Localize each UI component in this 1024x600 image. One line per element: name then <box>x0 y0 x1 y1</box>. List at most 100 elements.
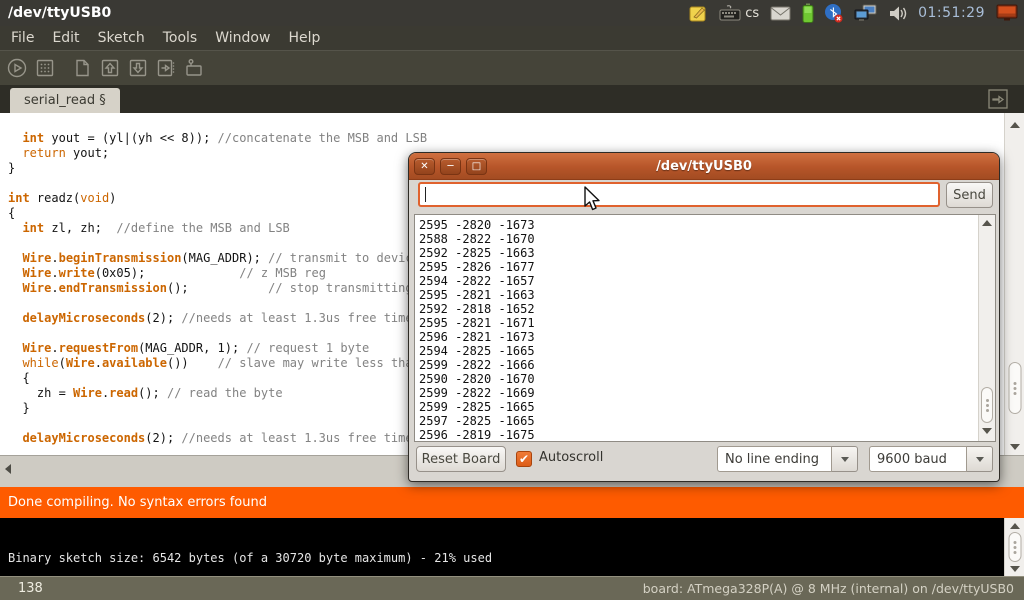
tab-bar: serial_read § <box>0 85 1024 113</box>
minimize-icon[interactable]: ─ <box>440 158 461 175</box>
stop-button[interactable] <box>33 56 57 80</box>
tab-menu-button[interactable] <box>988 89 1008 109</box>
code-line: Wire.requestFrom(MAG_ADDR, 1); // reques… <box>8 341 427 356</box>
serial-monitor-window: ✕ ─ □ /dev/ttyUSB0 Send 2595 -2820 -1673… <box>408 152 1000 482</box>
upload-button[interactable] <box>154 56 178 80</box>
code-line: while(Wire.available()) // slave may wri… <box>8 356 427 371</box>
serial-data-row: 2592 -2818 -1652 <box>419 302 535 316</box>
code-line <box>8 176 427 191</box>
scrollbar-thumb[interactable] <box>1008 362 1021 414</box>
serial-output-scrollbar[interactable] <box>978 215 995 441</box>
autoscroll-label: Autoscroll <box>539 450 603 465</box>
code-line: } <box>8 401 427 416</box>
scrollbar-thumb[interactable] <box>981 387 993 423</box>
chevron-down-icon[interactable] <box>967 446 993 472</box>
menu-item-sketch[interactable]: Sketch <box>89 28 154 48</box>
window-title: /dev/ttyUSB0 <box>409 159 999 174</box>
verify-button[interactable] <box>5 56 29 80</box>
code-line: delayMicroseconds(2); //needs at least 1… <box>8 431 427 446</box>
serial-data-row: 2595 -2821 -1663 <box>419 288 535 302</box>
scrollbar-down-arrow-icon[interactable] <box>1010 444 1020 450</box>
scrollbar-down-arrow-icon[interactable] <box>1010 566 1020 572</box>
tab-label: serial_read § <box>24 93 106 108</box>
serial-monitor-button[interactable] <box>182 56 206 80</box>
code-line: int readz(void) <box>8 191 427 206</box>
menu-item-file[interactable]: File <box>2 28 43 48</box>
autoscroll-checkbox[interactable]: ✔ <box>516 451 532 467</box>
reset-board-button[interactable]: Reset Board <box>416 446 506 472</box>
code-line: int yout = (yl|(yh << 8)); //concatenate… <box>8 131 427 146</box>
editor-vertical-scrollbar[interactable] <box>1004 113 1024 455</box>
menu-item-window[interactable]: Window <box>206 28 279 48</box>
code-line: int zl, zh; //define the MSB and LSB <box>8 221 427 236</box>
code-line: delayMicroseconds(2); //needs at least 1… <box>8 311 427 326</box>
scrollbar-left-arrow-icon[interactable] <box>5 464 11 474</box>
status-footer: 138 board: ATmega328P(A) @ 8 MHz (intern… <box>0 576 1024 600</box>
code-lines: int yout = (yl|(yh << 8)); //concatenate… <box>8 131 427 446</box>
send-button[interactable]: Send <box>946 182 993 208</box>
stop-icon <box>34 57 56 79</box>
scrollbar-down-arrow-icon[interactable] <box>982 428 992 434</box>
window-titlebar[interactable]: ✕ ─ □ /dev/ttyUSB0 <box>409 153 999 180</box>
save-icon <box>127 57 149 79</box>
tab-serial-read[interactable]: serial_read § <box>10 88 120 113</box>
scrollbar-thumb[interactable] <box>1008 532 1021 562</box>
upload-icon <box>155 57 177 79</box>
new-file-icon <box>71 57 93 79</box>
menu-item-edit[interactable]: Edit <box>43 28 88 48</box>
volume-icon[interactable] <box>889 5 907 22</box>
mail-icon[interactable] <box>770 6 791 21</box>
mouse-cursor <box>583 186 602 217</box>
serial-data-row: 2596 -2819 -1675 <box>419 428 535 442</box>
serial-data-row: 2590 -2820 -1670 <box>419 372 535 386</box>
maximize-icon[interactable]: □ <box>466 158 487 175</box>
serial-data-row: 2592 -2825 -1663 <box>419 246 535 260</box>
board-info: board: ATmega328P(A) @ 8 MHz (internal) … <box>643 581 1014 596</box>
network-icon[interactable] <box>854 4 878 23</box>
line-number-indicator: 138 <box>18 581 43 596</box>
serial-data-row: 2588 -2822 -1670 <box>419 232 535 246</box>
tab-menu-arrow-icon <box>988 89 1008 109</box>
text-caret <box>425 187 426 202</box>
console-text: Binary sketch size: 6542 bytes (of a 307… <box>8 551 492 565</box>
code-line <box>8 416 427 431</box>
power-icon[interactable] <box>996 4 1018 22</box>
code-line: zh = Wire.read(); // read the byte <box>8 386 427 401</box>
chevron-down-icon[interactable] <box>832 446 858 472</box>
save-sketch-button[interactable] <box>126 56 150 80</box>
code-line: Wire.write(0x05); // z MSB reg <box>8 266 427 281</box>
battery-icon[interactable] <box>802 3 814 23</box>
clock[interactable]: 01:51:29 <box>918 5 985 21</box>
new-sketch-button[interactable] <box>70 56 94 80</box>
code-line <box>8 236 427 251</box>
scrollbar-up-arrow-icon[interactable] <box>1010 122 1020 128</box>
close-icon[interactable]: ✕ <box>414 158 435 175</box>
line-ending-dropdown[interactable]: No line ending <box>717 446 858 472</box>
console-scrollbar[interactable] <box>1004 518 1024 576</box>
note-icon[interactable] <box>689 4 708 23</box>
code-line: { <box>8 371 427 386</box>
code-line: Wire.beginTransmission(MAG_ADDR); // tra… <box>8 251 427 266</box>
menu-item-help[interactable]: Help <box>279 28 329 48</box>
scrollbar-up-arrow-icon[interactable] <box>982 220 992 226</box>
serial-data-row: 2596 -2821 -1673 <box>419 330 535 344</box>
code-line <box>8 326 427 341</box>
compile-status-bar: Done compiling. No syntax errors found <box>0 487 1024 518</box>
keyboard-layout-label[interactable]: cs <box>745 6 759 21</box>
serial-data-row: 2599 -2822 -1669 <box>419 386 535 400</box>
serial-input-field[interactable] <box>418 182 940 207</box>
keyboard-icon[interactable] <box>719 5 741 21</box>
open-sketch-button[interactable] <box>98 56 122 80</box>
console-output: Binary sketch size: 6542 bytes (of a 307… <box>0 518 1024 576</box>
open-icon <box>99 57 121 79</box>
serial-monitor-controls: Reset Board ✔ Autoscroll No line ending … <box>409 446 999 476</box>
scrollbar-up-arrow-icon[interactable] <box>1010 523 1020 529</box>
menu-item-tools[interactable]: Tools <box>154 28 207 48</box>
bluetooth-icon[interactable] <box>825 3 843 23</box>
baud-rate-dropdown[interactable]: 9600 baud <box>869 446 993 472</box>
code-line <box>8 296 427 311</box>
verify-icon <box>6 57 28 79</box>
serial-output-area[interactable]: 2595 -2820 -16732588 -2822 -16702592 -28… <box>414 214 996 442</box>
code-line: { <box>8 206 427 221</box>
top-panel: /dev/ttyUSB0 cs <box>0 0 1024 26</box>
